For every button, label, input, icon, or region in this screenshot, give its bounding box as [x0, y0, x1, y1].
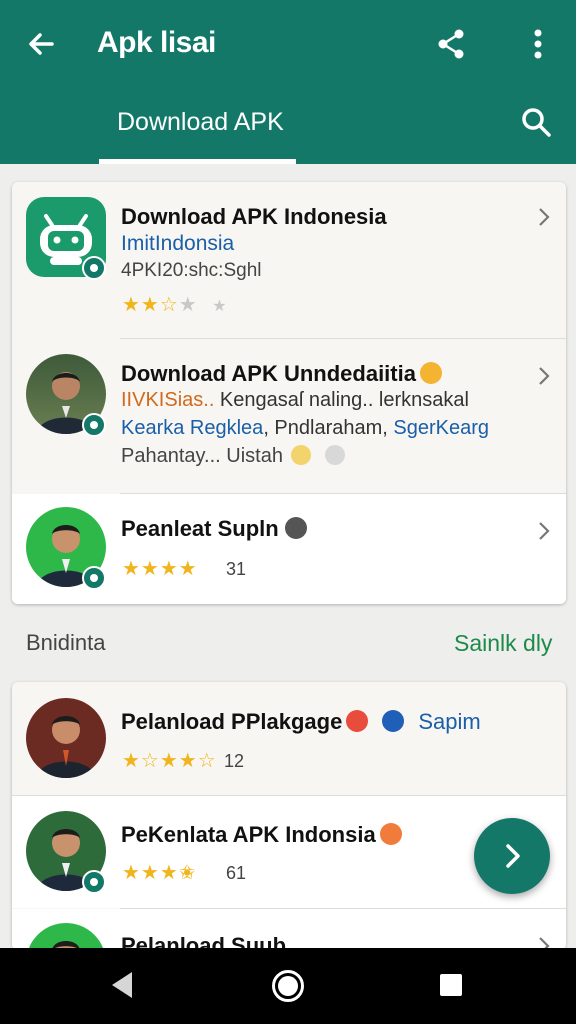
app-title: Apk lisai: [97, 26, 216, 59]
emoji-icon: [379, 823, 402, 845]
nav-home-icon[interactable]: [272, 970, 304, 1002]
rating-count: 61: [226, 863, 247, 883]
share-icon[interactable]: [432, 24, 472, 64]
avatar: [26, 698, 106, 778]
apps-list-card: Pelanload PPlakgage Sapim ★☆★★☆ 12 PeKenl…: [12, 682, 566, 950]
featured-apps-card: Download APK Indonesia ImitIndonsia 4PKI…: [12, 182, 566, 604]
item-description-2: Kearka Regklea, Pndlaraham, SgerKearg: [121, 417, 490, 439]
star-rating: ★★★★: [122, 558, 198, 580]
item-description-1: IIVKISias.. Kengasaſ naling.. lerknsakal: [121, 389, 469, 411]
item-title: Peanleat Supln: [121, 516, 307, 542]
tab-indicator: [99, 159, 296, 164]
next-fab-button[interactable]: [474, 818, 550, 894]
verified-badge-icon: [82, 256, 106, 280]
item-description-3: Pahantay... Uistah: [121, 445, 345, 468]
search-icon[interactable]: [516, 102, 556, 142]
rating-count: 31: [226, 559, 247, 579]
app-bar: Apk lisai Download APK: [0, 0, 576, 164]
verified-badge-icon: [82, 566, 106, 590]
person-avatar-icon: [36, 716, 96, 778]
verified-badge-icon: [82, 870, 106, 894]
item-title: Download APK Indonesia: [121, 204, 387, 229]
person-avatar-icon: [52, 941, 80, 950]
list-item-peanleat-supln[interactable]: Peanleat Supln ★★★★ 31: [12, 494, 566, 604]
list-item-pelanload-pplakgage[interactable]: Pelanload PPlakgage Sapim ★☆★★☆ 12: [12, 682, 566, 795]
chevron-right-icon: [506, 844, 520, 868]
chevron-right-icon[interactable]: [536, 520, 552, 542]
list-item-pelanload-suub[interactable]: Pelanload Suub: [12, 909, 566, 950]
avatar: [26, 923, 106, 950]
emoji-icon: [346, 710, 369, 732]
emoji-icon: [419, 362, 442, 384]
tag-icon: [382, 710, 405, 732]
tab-download-apk[interactable]: Download APK: [99, 100, 296, 164]
section-title: Bnidinta: [26, 630, 106, 655]
system-nav-bar: [0, 948, 576, 1024]
item-developer[interactable]: ImitIndonsia: [121, 232, 234, 256]
nav-back-icon[interactable]: [108, 970, 136, 1000]
arrow-back-icon[interactable]: [22, 24, 62, 64]
item-title: Download APK Unndedaiitia: [121, 361, 442, 387]
chevron-right-icon[interactable]: [536, 206, 552, 228]
rating-count: 12: [224, 751, 245, 771]
nav-recents-icon[interactable]: [440, 974, 462, 996]
item-tag: Sapim: [418, 709, 481, 734]
section-action-link[interactable]: Sainlk dly: [454, 630, 552, 657]
emoji-icon: [290, 445, 311, 465]
verified-badge-icon: [82, 413, 106, 437]
item-title: Pelanload PPlakgage Sapim: [121, 709, 481, 734]
more-vert-icon[interactable]: [522, 24, 554, 64]
badge-icon: [284, 517, 307, 539]
star-rating: ★★☆★ ★: [122, 294, 228, 316]
star-rating: ★☆★★☆: [122, 750, 217, 772]
tab-label: Download APK: [117, 108, 284, 136]
item-meta: 4PKI20:shc:Sghl: [121, 260, 262, 281]
list-item-download-apk-indonesia[interactable]: Download APK Indonesia ImitIndonsia 4PKI…: [12, 182, 566, 338]
chevron-right-icon[interactable]: [536, 365, 552, 387]
item-title: PeKenlata APK Indonsia: [121, 822, 402, 848]
emoji-icon: [324, 445, 345, 465]
star-rating: ★★★✬: [122, 862, 197, 884]
list-item-download-apk-unndedaiitia[interactable]: Download APK Unndedaiitia IIVKISias.. Ke…: [12, 339, 566, 493]
